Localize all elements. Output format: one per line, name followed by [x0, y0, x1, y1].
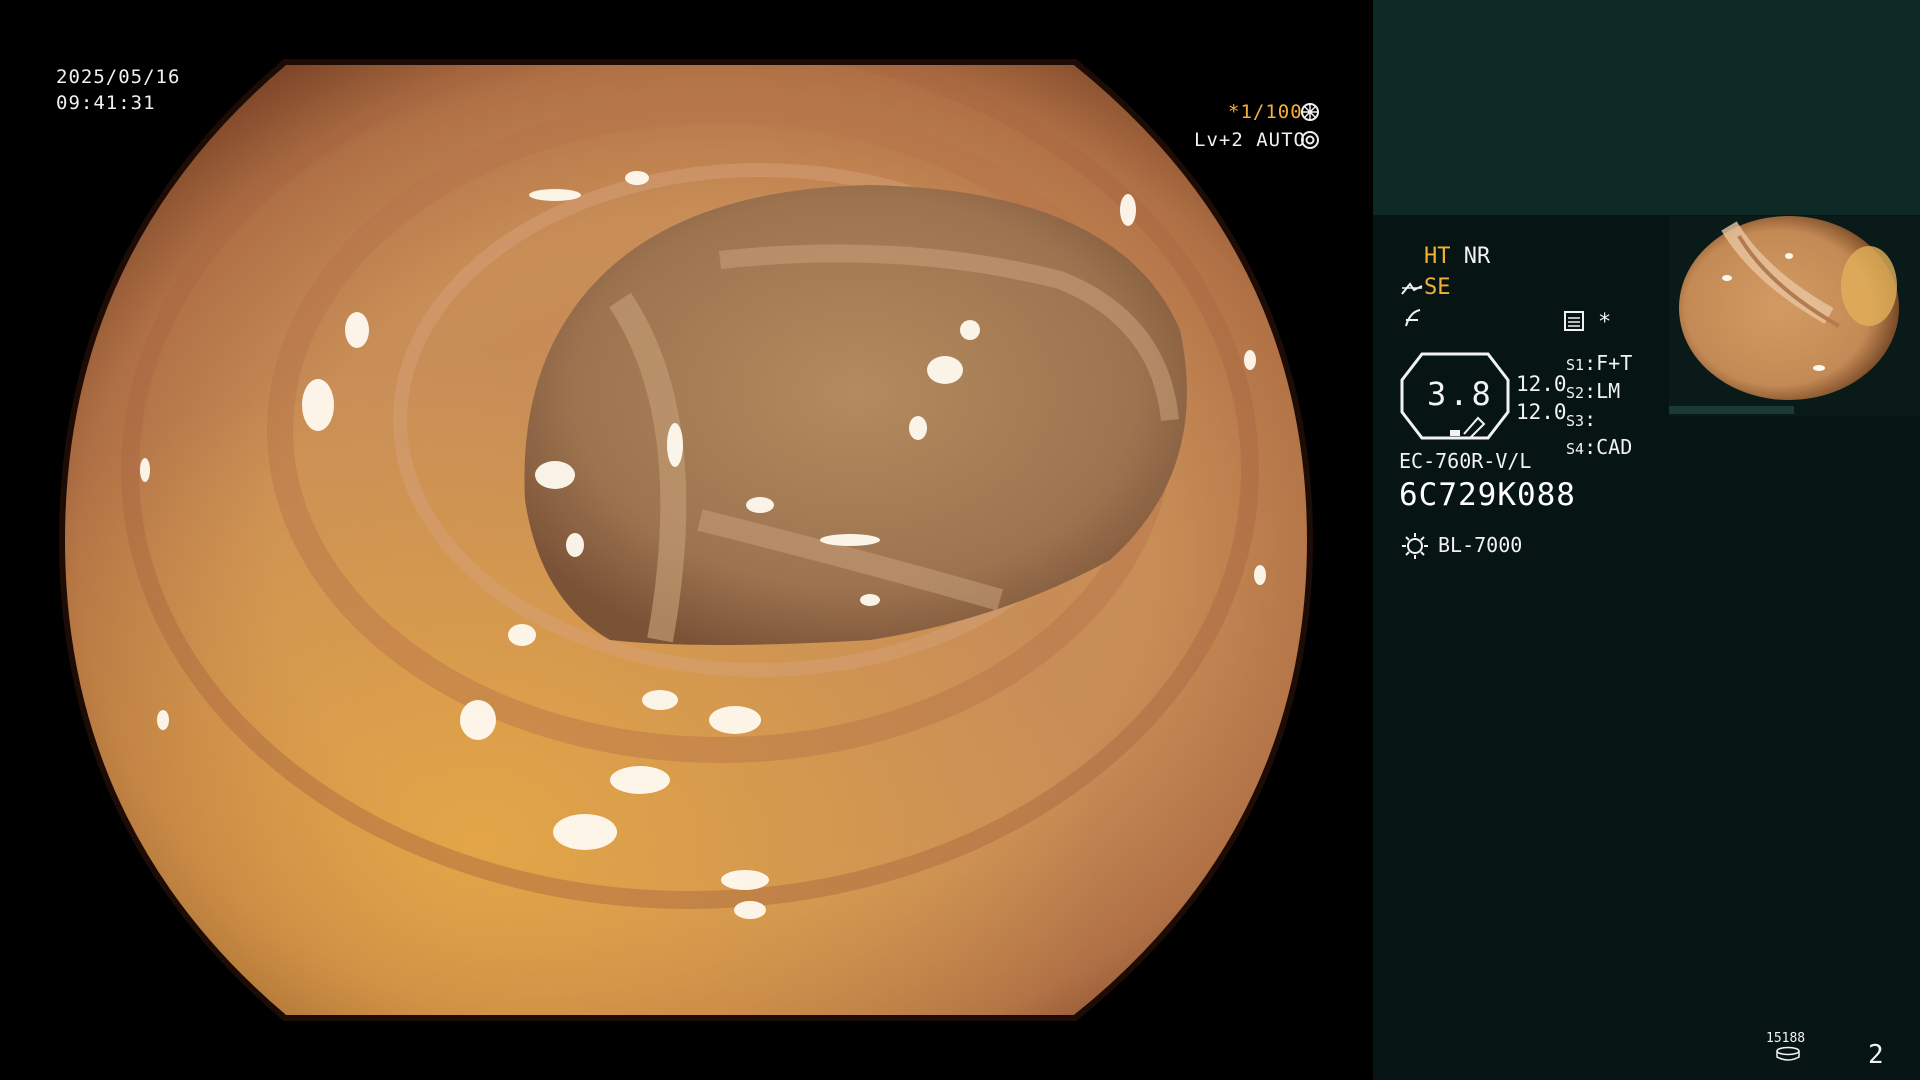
value-1: 12.0: [1516, 372, 1567, 396]
switch-value: LM: [1596, 379, 1621, 403]
switch-list: S1:F+T S2:LM S3: S4:CAD: [1566, 350, 1632, 462]
ht-label: HT: [1424, 244, 1451, 269]
ht-indicator: HT NR: [1424, 244, 1490, 269]
nr-label: NR: [1463, 244, 1491, 269]
se-label: SE: [1424, 275, 1451, 300]
structure-enhance-icon: [1401, 282, 1423, 295]
scope-serial: 6C729K088: [1399, 477, 1576, 513]
thumbnail-preview[interactable]: [1669, 216, 1920, 416]
switch-key: S4: [1566, 440, 1585, 458]
level-label: Lv+2 AUTO: [1194, 129, 1306, 151]
switch-value: F+T: [1596, 351, 1633, 375]
light-source: BL-7000: [1438, 533, 1523, 557]
scope-model: EC-760R-V/L: [1399, 449, 1532, 473]
disk-icon: [1776, 1046, 1800, 1061]
star-indicator: *: [1598, 310, 1612, 335]
color-enhance-icon: [1405, 309, 1421, 327]
aperture-icon: [1301, 103, 1319, 121]
switch-key: S1: [1566, 356, 1585, 374]
switch-key: S2: [1566, 384, 1585, 402]
zoom-value: 3.8: [1427, 375, 1494, 413]
date-label: 2025/05/16: [56, 66, 181, 88]
switch-s2: S2:LM: [1566, 379, 1621, 403]
time-label: 09:41:31: [56, 92, 156, 114]
endoscopic-image: [58, 59, 1314, 1021]
thumbnail-bar: [1669, 406, 1794, 414]
switch-key: S3: [1566, 412, 1585, 430]
page-index: 2: [1868, 1040, 1884, 1070]
light-bulb-icon: [1402, 533, 1428, 559]
switch-s1: S1:F+T: [1566, 351, 1633, 375]
counter-label: 15188: [1766, 1031, 1806, 1046]
switch-value: CAD: [1596, 435, 1633, 459]
switch-s3: S3:: [1566, 407, 1597, 431]
auto-iris-icon: [1301, 131, 1319, 149]
chart-icon: [1564, 311, 1584, 331]
thumbnail-image: [1679, 216, 1899, 400]
value-2: 12.0: [1516, 400, 1567, 424]
endoscope-view: 2025/05/16 09:41:31 *1/100 Lv+2 AUTO: [0, 0, 1372, 1080]
switch-s4: S4:CAD: [1566, 435, 1633, 459]
panel-header: [1373, 0, 1920, 215]
shutter-label: *1/100: [1228, 101, 1303, 123]
